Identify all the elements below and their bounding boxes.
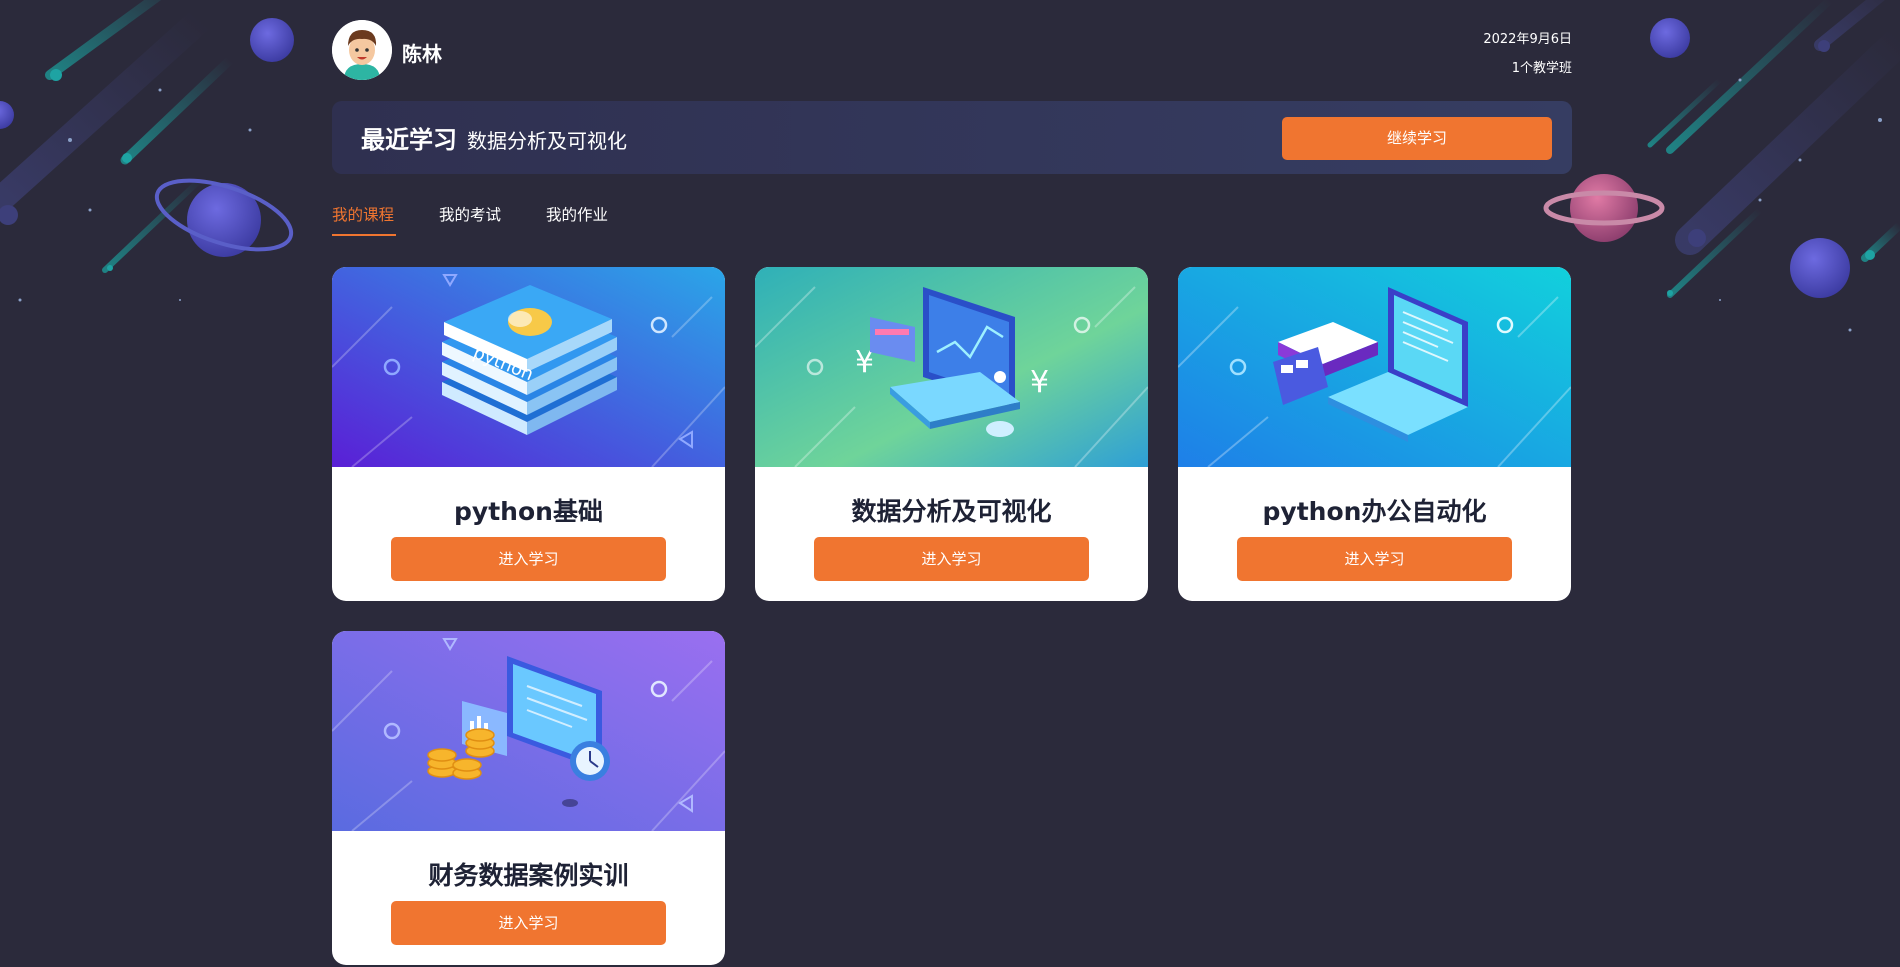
enter-learning-button[interactable]: 进入学习	[391, 901, 666, 945]
enter-learning-button[interactable]: 进入学习	[814, 537, 1089, 581]
recent-course-name: 数据分析及可视化	[467, 129, 627, 153]
svg-text:¥: ¥	[1030, 365, 1049, 400]
current-date: 2022年9月6日	[1483, 32, 1572, 47]
course-card[interactable]: python python基础 进入学习	[332, 267, 725, 601]
tab-my-exams[interactable]: 我的考试	[439, 203, 501, 225]
avatar[interactable]	[332, 20, 392, 80]
active-tab-indicator	[332, 234, 396, 236]
data-dashboard-icon: ¥ ¥	[755, 267, 1148, 467]
enter-learning-button[interactable]: 进入学习	[391, 537, 666, 581]
course-card[interactable]: python办公自动化 进入学习	[1178, 267, 1571, 601]
course-title: python办公自动化	[1262, 497, 1487, 526]
user-name: 陈林	[402, 42, 442, 66]
course-title: 数据分析及可视化	[851, 497, 1052, 526]
recent-learning-title: 最近学习	[361, 126, 457, 154]
python-books-icon: python	[332, 267, 725, 467]
continue-learning-button[interactable]: 继续学习	[1282, 117, 1552, 160]
course-title: 财务数据案例实训	[428, 861, 629, 890]
enter-learning-button[interactable]: 进入学习	[1237, 537, 1512, 581]
finance-coins-icon	[332, 631, 725, 831]
tab-my-homework[interactable]: 我的作业	[546, 203, 608, 225]
course-card[interactable]: ¥ ¥ 数据分析及可视化 进入学习	[755, 267, 1148, 601]
boy-avatar-icon	[332, 20, 392, 80]
course-title: python基础	[454, 497, 603, 526]
main-container: 陈林 2022年9月6日 1个教学班 最近学习 数据分析及可视化 继续学习 我的…	[332, 0, 1572, 967]
course-card[interactable]: 财务数据案例实训 进入学习	[332, 631, 725, 965]
recent-learning-bar: 最近学习 数据分析及可视化 继续学习	[332, 101, 1572, 174]
laptop-office-icon	[1178, 267, 1571, 467]
tab-my-courses[interactable]: 我的课程	[332, 203, 394, 225]
class-count: 1个教学班	[1511, 61, 1572, 76]
